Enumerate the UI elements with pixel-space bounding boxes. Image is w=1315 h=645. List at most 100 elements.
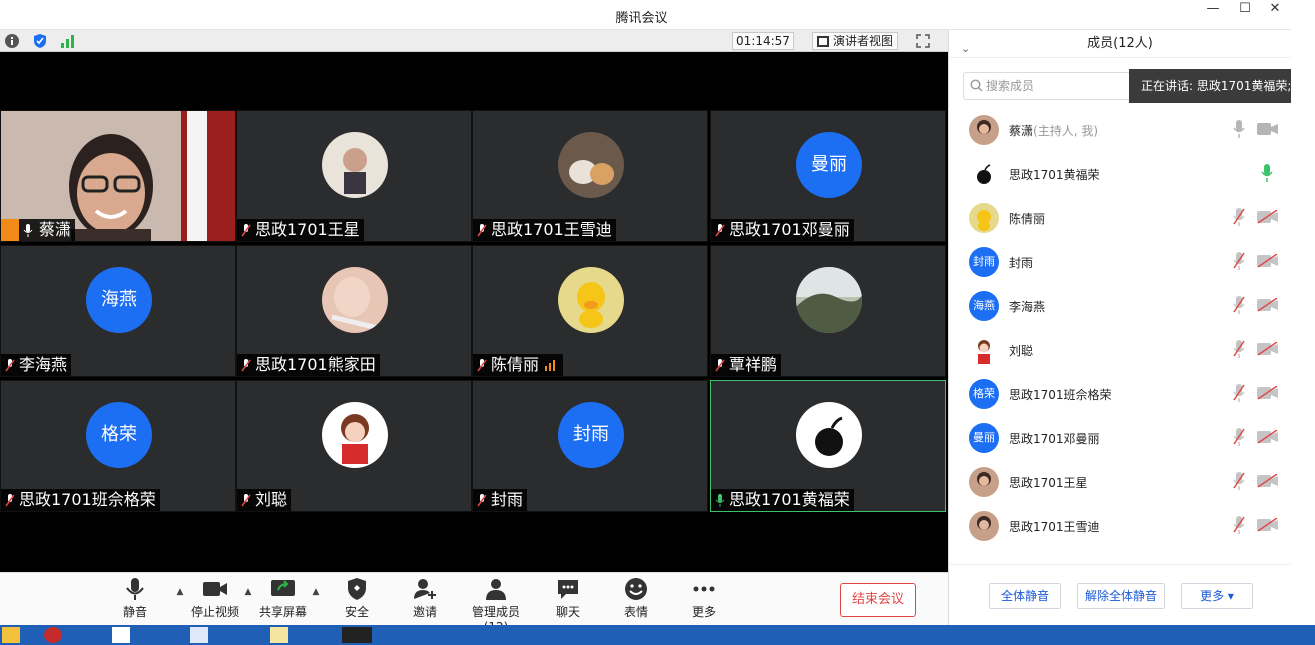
close-button[interactable]: ✕: [1260, 0, 1290, 18]
shield-icon[interactable]: [32, 33, 48, 49]
taskbar-app-icon[interactable]: [342, 627, 372, 643]
video-tile[interactable]: 蔡潇: [0, 110, 236, 242]
mic-muted-icon: [241, 224, 251, 237]
security-button[interactable]: 安全: [337, 577, 377, 620]
camera-off-icon[interactable]: [1257, 209, 1279, 227]
taskbar-app-icon[interactable]: [270, 627, 288, 643]
members-panel: ⌄ 成员(12人) 搜索成员 正在讲话: 思政1701黄福荣; 蔡... 蔡潇(…: [948, 30, 1314, 625]
avatar: 曼丽: [796, 132, 862, 198]
fullscreen-icon[interactable]: [916, 34, 930, 48]
participant-name-label: 思政1701邓曼丽: [711, 219, 854, 241]
mic-muted-icon[interactable]: [1233, 472, 1245, 493]
member-row[interactable]: 格荣 思政1701班佘格荣: [949, 372, 1292, 416]
mic-muted-icon[interactable]: [1233, 340, 1245, 361]
member-row[interactable]: 思政1701黄福荣: [949, 152, 1292, 196]
member-row[interactable]: 刘聪: [949, 328, 1292, 372]
share-options-caret[interactable]: ▲: [311, 587, 321, 597]
participant-name-label: 陈倩丽: [473, 354, 564, 376]
member-search-input[interactable]: 搜索成员: [963, 72, 1153, 100]
taskbar-shortcut-icon[interactable]: [112, 627, 130, 643]
microphone-icon[interactable]: [1233, 120, 1245, 141]
member-name: 蔡潇(主持人, 我): [1009, 124, 1099, 138]
mic-muted-icon[interactable]: [1233, 252, 1245, 273]
member-avatar: [969, 335, 999, 365]
video-tile[interactable]: 海燕 李海燕: [0, 245, 236, 377]
camera-off-icon[interactable]: [1257, 253, 1279, 271]
member-row[interactable]: 思政1701王星: [949, 460, 1292, 504]
participant-name-label: 思政1701班佘格荣: [1, 489, 160, 511]
mic-icon: [23, 224, 33, 237]
emoji-button[interactable]: 表情: [616, 577, 656, 620]
avatar: 格荣: [86, 402, 152, 468]
video-tile[interactable]: 刘聪: [236, 380, 472, 512]
camera-off-icon[interactable]: [1257, 429, 1279, 447]
mic-muted-icon[interactable]: [1233, 296, 1245, 317]
member-row[interactable]: 曼丽 思政1701邓曼丽: [949, 416, 1292, 460]
member-name: 思政1701班佘格荣: [1009, 388, 1112, 402]
video-tile[interactable]: 格荣 思政1701班佘格荣: [0, 380, 236, 512]
speaker-view-icon: [817, 36, 829, 47]
cartoon-avatar: [322, 402, 388, 468]
mute-button[interactable]: 静音: [115, 577, 155, 620]
more-button[interactable]: 更多: [684, 577, 724, 620]
video-area: 01:14:57 演讲者视图 蔡潇 思政1701王星 思政1701王雪迪 曼丽 …: [0, 30, 948, 572]
mic-muted-icon[interactable]: [1233, 384, 1245, 405]
chevron-down-icon[interactable]: ⌄: [961, 35, 970, 63]
taskbar-app-icon[interactable]: [44, 627, 62, 643]
mic-muted-icon[interactable]: [1233, 516, 1245, 537]
video-tile[interactable]: 覃祥鹏: [710, 245, 946, 377]
maximize-button[interactable]: ☐: [1230, 0, 1260, 18]
camera-off-icon[interactable]: [1257, 385, 1279, 403]
video-tile[interactable]: 封雨 封雨: [472, 380, 708, 512]
camera-off-icon[interactable]: [1257, 341, 1279, 359]
meeting-info-strip: 01:14:57 演讲者视图: [0, 30, 948, 52]
member-role: (主持人, 我): [1033, 124, 1099, 138]
member-name: 封雨: [1009, 256, 1034, 270]
taskbar-shortcut-icon[interactable]: [190, 627, 208, 643]
member-row[interactable]: 蔡潇(主持人, 我): [949, 108, 1292, 152]
stop-video-button[interactable]: 停止视频: [190, 577, 240, 620]
share-screen-button[interactable]: 共享屏幕: [258, 577, 308, 620]
member-row[interactable]: 思政1701王雪迪: [949, 504, 1292, 548]
video-tile[interactable]: 曼丽 思政1701邓曼丽: [710, 110, 946, 242]
video-tile[interactable]: 思政1701王星: [236, 110, 472, 242]
mic-speaking-icon: [715, 494, 725, 507]
signal-icon[interactable]: [60, 33, 76, 49]
camera-off-icon[interactable]: [1257, 297, 1279, 315]
add-person-icon: [414, 579, 436, 599]
info-icon[interactable]: [4, 33, 20, 49]
member-avatar: 海燕: [969, 291, 999, 321]
mute-all-button[interactable]: 全体静音: [989, 583, 1061, 609]
speaker-view-button[interactable]: 演讲者视图: [812, 32, 898, 50]
microphone-icon: [126, 578, 144, 600]
member-row[interactable]: 陈倩丽: [949, 196, 1292, 240]
invite-button[interactable]: 邀请: [405, 577, 445, 620]
mic-muted-icon[interactable]: [1233, 208, 1245, 229]
unmute-all-button[interactable]: 解除全体静音: [1077, 583, 1165, 609]
camera-icon[interactable]: [1257, 122, 1279, 139]
end-meeting-button[interactable]: 结束会议: [840, 583, 916, 617]
microphone-icon[interactable]: [1261, 164, 1273, 185]
chat-button[interactable]: 聊天: [548, 577, 588, 620]
avatar: [322, 132, 388, 198]
camera-off-icon[interactable]: [1257, 517, 1279, 535]
mic-muted-icon: [477, 494, 487, 507]
camera-off-icon[interactable]: [1257, 473, 1279, 491]
chat-bubble-icon: [558, 580, 578, 599]
video-tile[interactable]: 思政1701王雪迪: [472, 110, 708, 242]
mic-muted-icon[interactable]: [1233, 428, 1245, 449]
panel-more-button[interactable]: 更多 ▾: [1181, 583, 1253, 609]
member-avatar: [969, 467, 999, 497]
video-tile[interactable]: 陈倩丽: [472, 245, 708, 377]
participant-name-label: 覃祥鹏: [711, 354, 782, 376]
minimize-button[interactable]: —: [1198, 0, 1228, 18]
video-tile-speaking[interactable]: 思政1701黄福荣: [710, 380, 946, 512]
video-options-caret[interactable]: ▲: [243, 587, 253, 597]
smiley-icon: [625, 578, 647, 600]
video-tile[interactable]: 思政1701熊家田: [236, 245, 472, 377]
audio-options-caret[interactable]: ▲: [175, 587, 185, 597]
taskbar-app-icon[interactable]: [2, 627, 20, 643]
member-row[interactable]: 海燕 李海燕: [949, 284, 1292, 328]
participant-name-label: 思政1701熊家田: [237, 354, 380, 376]
member-row[interactable]: 封雨 封雨: [949, 240, 1292, 284]
